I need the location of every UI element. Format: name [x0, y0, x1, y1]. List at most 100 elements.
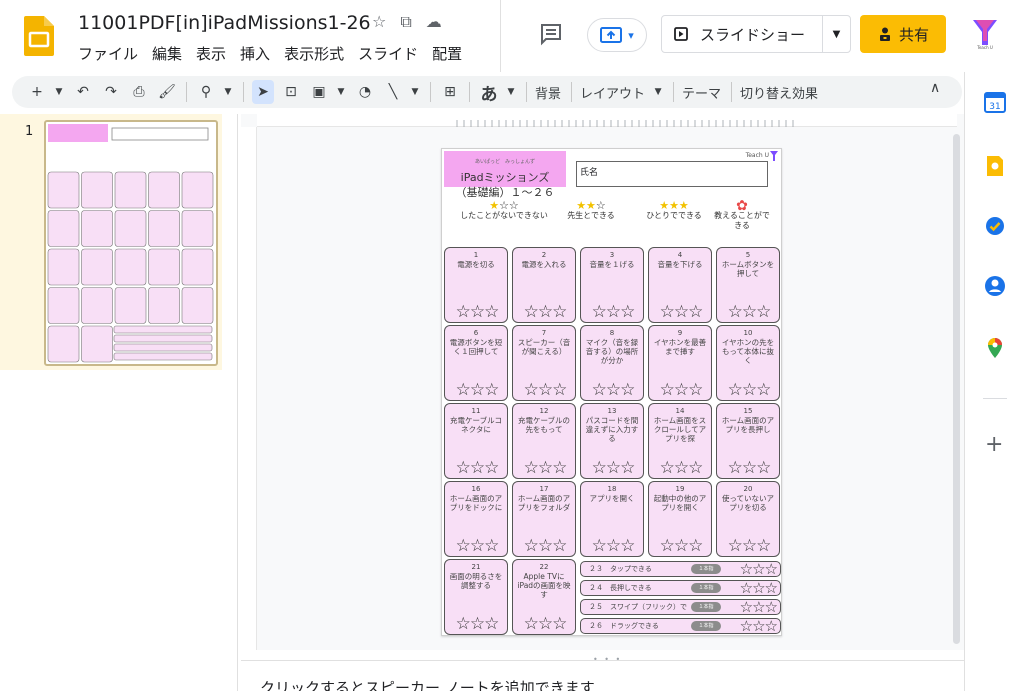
mission-card[interactable]: 5 ホームボタンを押して ☆☆☆: [716, 247, 780, 323]
vertical-scrollbar[interactable]: [953, 134, 960, 644]
mission-card[interactable]: 18 アプリを開く ☆☆☆: [580, 481, 644, 557]
rating-stars-icon[interactable]: ☆☆☆: [651, 380, 711, 400]
mission-card[interactable]: 19 起動中の他のアプリを開く ☆☆☆: [648, 481, 712, 557]
mission-card[interactable]: 4 音量を下げる ☆☆☆: [648, 247, 712, 323]
rating-stars-icon[interactable]: ☆☆☆: [447, 614, 507, 634]
mission-card[interactable]: 6 電源ボタンを短く１回押して ☆☆☆: [444, 325, 508, 401]
undo-icon[interactable]: ↶: [72, 80, 94, 104]
rating-stars-icon[interactable]: ☆☆☆: [583, 536, 643, 556]
menu-file[interactable]: ファイル: [78, 43, 138, 64]
rating-stars-icon[interactable]: ☆☆☆: [719, 458, 779, 478]
horizontal-ruler[interactable]: [257, 114, 957, 127]
rating-stars-icon[interactable]: ☆☆☆: [740, 579, 778, 597]
share-button[interactable]: 共有: [860, 15, 946, 53]
rating-stars-icon[interactable]: ☆☆☆: [719, 302, 779, 322]
vertical-ruler[interactable]: [241, 127, 257, 650]
image-dropdown-icon[interactable]: ▼: [336, 80, 346, 104]
collapse-toolbar-icon[interactable]: ∧: [930, 80, 940, 96]
mission-row[interactable]: ２６ ドラッグできる １本指 ☆☆☆: [580, 617, 781, 635]
present-to-meeting-button[interactable]: ▾: [587, 18, 647, 52]
rating-stars-icon[interactable]: ☆☆☆: [447, 458, 507, 478]
mission-card[interactable]: 9 イヤホンを最善まで挿す ☆☆☆: [648, 325, 712, 401]
mission-card[interactable]: 12 充電ケーブルの先をもって ☆☆☆: [512, 403, 576, 479]
move-folder-icon[interactable]: ⧉: [400, 12, 411, 32]
slide-title-box[interactable]: あいぱっど みっしょんず iPadミッションズ （基礎編）１～２６: [444, 151, 566, 199]
account-avatar-icon[interactable]: Teach U: [971, 18, 999, 50]
speaker-notes[interactable]: クリックするとスピーカー ノートを追加できます: [241, 660, 964, 691]
mission-card[interactable]: 2 電源を入れる ☆☆☆: [512, 247, 576, 323]
image-icon[interactable]: ▣: [308, 80, 330, 104]
mission-card[interactable]: 20 使っていないアプリを切る ☆☆☆: [716, 481, 780, 557]
name-field-box[interactable]: [576, 161, 768, 187]
mission-card[interactable]: 13 パスコードを間違えずに入力する ☆☆☆: [580, 403, 644, 479]
mission-row[interactable]: ２５ スワイプ（フリック）で １本指 ☆☆☆: [580, 598, 781, 616]
mission-card[interactable]: 7 スピーカー（音が聞こえる） ☆☆☆: [512, 325, 576, 401]
rating-stars-icon[interactable]: ☆☆☆: [651, 536, 711, 556]
cloud-status-icon[interactable]: ☁: [426, 12, 442, 32]
comment-history-icon[interactable]: [539, 22, 563, 46]
star-icon[interactable]: ☆: [372, 12, 386, 32]
select-cursor-icon[interactable]: ➤: [252, 80, 274, 104]
theme-button[interactable]: テーマ: [682, 83, 721, 102]
rating-stars-icon[interactable]: ☆☆☆: [583, 302, 643, 322]
menu-arrange[interactable]: 配置: [432, 43, 462, 64]
menu-format[interactable]: 表示形式: [284, 43, 344, 64]
menu-slide[interactable]: スライド: [358, 43, 418, 64]
input-tools-button[interactable]: あ: [478, 80, 500, 105]
mission-card[interactable]: 3 音量を１げる ☆☆☆: [580, 247, 644, 323]
mission-card[interactable]: 15 ホーム画面のアプリを長押し ☆☆☆: [716, 403, 780, 479]
maps-icon[interactable]: [983, 336, 1007, 360]
mission-card[interactable]: 11 充電ケーブルコネクタに ☆☆☆: [444, 403, 508, 479]
get-addons-icon[interactable]: +: [985, 432, 1003, 457]
rating-stars-icon[interactable]: ☆☆☆: [515, 380, 575, 400]
mission-card[interactable]: 17 ホーム画面のアプリをフォルダ ☆☆☆: [512, 481, 576, 557]
menu-insert[interactable]: 挿入: [240, 43, 270, 64]
rating-stars-icon[interactable]: ☆☆☆: [515, 614, 575, 634]
paint-format-icon[interactable]: 🖌︎: [156, 80, 178, 104]
text-box-icon[interactable]: ⊡: [280, 80, 302, 104]
rating-stars-icon[interactable]: ☆☆☆: [740, 560, 778, 578]
rating-stars-icon[interactable]: ☆☆☆: [651, 302, 711, 322]
new-slide-icon[interactable]: +: [26, 80, 48, 104]
add-comment-icon[interactable]: ⊞: [439, 80, 461, 104]
layout-button[interactable]: レイアウト: [580, 83, 645, 102]
slideshow-dropdown-icon[interactable]: ▼: [822, 16, 850, 52]
rating-stars-icon[interactable]: ☆☆☆: [719, 536, 779, 556]
rating-stars-icon[interactable]: ☆☆☆: [719, 380, 779, 400]
slide-thumbnail[interactable]: [44, 120, 218, 366]
menu-edit[interactable]: 編集: [152, 43, 182, 64]
rating-stars-icon[interactable]: ☆☆☆: [447, 380, 507, 400]
rating-stars-icon[interactable]: ☆☆☆: [583, 380, 643, 400]
mission-card[interactable]: 10 イヤホンの先をもって本体に抜く ☆☆☆: [716, 325, 780, 401]
rating-stars-icon[interactable]: ☆☆☆: [515, 302, 575, 322]
mission-card[interactable]: 21 画面の明るさを調整する ☆☆☆: [444, 559, 508, 635]
rating-stars-icon[interactable]: ☆☆☆: [583, 458, 643, 478]
rating-stars-icon[interactable]: ☆☆☆: [651, 458, 711, 478]
rating-stars-icon[interactable]: ☆☆☆: [447, 302, 507, 322]
shape-icon[interactable]: ◔: [354, 80, 376, 104]
calendar-icon[interactable]: 31: [983, 90, 1007, 114]
mission-row[interactable]: ２３ タップできる １本指 ☆☆☆: [580, 560, 781, 578]
mission-card[interactable]: 22 Apple TVにiPadの画面を映す ☆☆☆: [512, 559, 576, 635]
layout-dropdown-icon[interactable]: ▼: [653, 80, 663, 104]
background-button[interactable]: 背景: [535, 83, 561, 102]
keep-icon[interactable]: [983, 154, 1007, 178]
transition-button[interactable]: 切り替え効果: [740, 83, 818, 102]
new-slide-dropdown-icon[interactable]: ▼: [54, 80, 64, 104]
print-icon[interactable]: ⎙: [128, 80, 150, 104]
slides-logo-icon[interactable]: [24, 16, 54, 56]
slideshow-button[interactable]: スライドショー ▼: [661, 15, 851, 53]
rating-stars-icon[interactable]: ☆☆☆: [515, 458, 575, 478]
contacts-icon[interactable]: [983, 274, 1007, 298]
rating-stars-icon[interactable]: ☆☆☆: [740, 598, 778, 616]
mission-card[interactable]: 8 マイク（音を録音する）の場所が分か ☆☆☆: [580, 325, 644, 401]
line-dropdown-icon[interactable]: ▼: [410, 80, 420, 104]
document-title[interactable]: 11001PDF[in]iPadMissions1-26: [78, 12, 371, 34]
tasks-icon[interactable]: [983, 214, 1007, 238]
filmstrip-slide-1[interactable]: 1: [0, 114, 222, 370]
mission-row[interactable]: ２４ 長押しできる １本指 ☆☆☆: [580, 579, 781, 597]
mission-card[interactable]: 16 ホーム画面のアプリをドックに ☆☆☆: [444, 481, 508, 557]
mission-card[interactable]: 1 電源を切る ☆☆☆: [444, 247, 508, 323]
rating-stars-icon[interactable]: ☆☆☆: [740, 617, 778, 635]
rating-stars-icon[interactable]: ☆☆☆: [447, 536, 507, 556]
